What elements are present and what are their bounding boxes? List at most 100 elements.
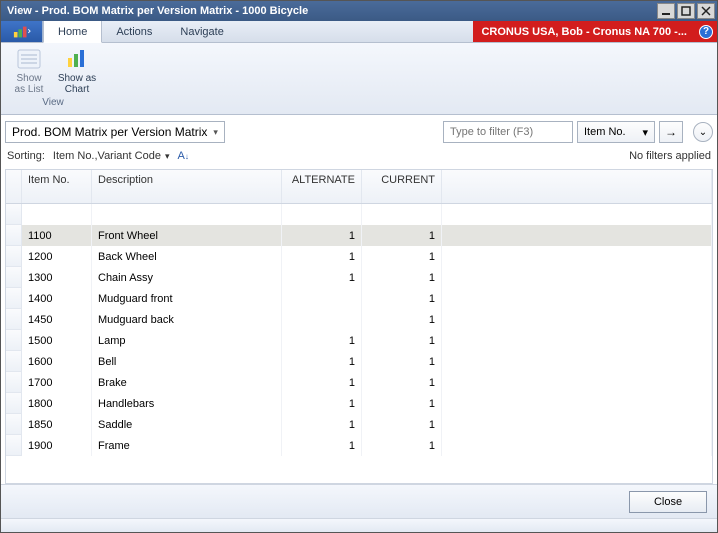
cell-item-no[interactable]: 1850 [22, 414, 92, 435]
cell-description[interactable]: Bell [92, 351, 282, 372]
cell-current[interactable]: 1 [362, 267, 442, 288]
cell-blank [442, 393, 712, 414]
cell-item-no[interactable]: 1400 [22, 288, 92, 309]
cell-alternate[interactable]: 1 [282, 246, 362, 267]
cell-description[interactable]: Mudguard back [92, 309, 282, 330]
show-as-list-button[interactable]: Show as List [7, 47, 51, 95]
view-toolbar: Prod. BOM Matrix per Version Matrix ▾ It… [5, 119, 713, 145]
cell-description[interactable]: Back Wheel [92, 246, 282, 267]
filter-input[interactable] [443, 121, 573, 143]
row-selector[interactable] [6, 288, 22, 309]
cell-blank [442, 414, 712, 435]
header-alternate[interactable]: ALTERNATE [282, 170, 362, 203]
row-selector[interactable] [6, 246, 22, 267]
cell-item-no[interactable]: 1450 [22, 309, 92, 330]
cell-item-no[interactable]: 1700 [22, 372, 92, 393]
view-dropdown-label: Prod. BOM Matrix per Version Matrix [12, 125, 207, 139]
ribbon-group-label: View [42, 97, 64, 108]
header-item-no[interactable]: Item No. [22, 170, 92, 203]
cell-alternate[interactable]: 1 [282, 435, 362, 456]
app-menu-button[interactable] [1, 21, 43, 42]
cell-alternate[interactable] [282, 309, 362, 330]
cell-alternate[interactable]: 1 [282, 414, 362, 435]
cell-current[interactable]: 1 [362, 435, 442, 456]
cell-description[interactable]: Mudguard front [92, 288, 282, 309]
row-selector[interactable] [6, 372, 22, 393]
tab-home[interactable]: Home [43, 21, 102, 43]
row-selector[interactable] [6, 414, 22, 435]
sorting-value: Item No.,Variant Code [53, 150, 161, 162]
data-grid: Item No. Description ALTERNATE CURRENT 1… [5, 169, 713, 484]
row-selector[interactable] [6, 267, 22, 288]
table-row[interactable]: 1400Mudguard front 1 [6, 288, 712, 309]
cell-alternate[interactable]: 1 [282, 372, 362, 393]
minimize-button[interactable] [657, 3, 675, 19]
cell-item-no[interactable]: 1300 [22, 267, 92, 288]
header-description[interactable]: Description [92, 170, 282, 203]
cell-current[interactable]: 1 [362, 351, 442, 372]
table-row[interactable]: 1600Bell11 [6, 351, 712, 372]
tab-navigate[interactable]: Navigate [166, 21, 237, 42]
cell-description[interactable]: Handlebars [92, 393, 282, 414]
cell-current[interactable]: 1 [362, 330, 442, 351]
row-selector[interactable] [6, 393, 22, 414]
table-row[interactable]: 1700Brake11 [6, 372, 712, 393]
tab-actions[interactable]: Actions [102, 21, 166, 42]
show-as-chart-button[interactable]: Show as Chart [55, 47, 99, 95]
cell-item-no[interactable]: 1900 [22, 435, 92, 456]
cell-alternate[interactable]: 1 [282, 267, 362, 288]
filter-field-dropdown[interactable]: Item No. ▾ [577, 121, 655, 143]
titlebar: View - Prod. BOM Matrix per Version Matr… [1, 1, 717, 21]
table-row[interactable]: 1450Mudguard back 1 [6, 309, 712, 330]
cell-current[interactable]: 1 [362, 414, 442, 435]
table-row[interactable]: 1800Handlebars11 [6, 393, 712, 414]
row-selector[interactable] [6, 330, 22, 351]
cell-description[interactable]: Brake [92, 372, 282, 393]
close-window-button[interactable] [697, 3, 715, 19]
cell-description[interactable]: Frame [92, 435, 282, 456]
cell-current[interactable]: 1 [362, 393, 442, 414]
header-blank [442, 170, 712, 203]
sorting-dropdown[interactable]: Item No.,Variant Code ▾ [53, 150, 170, 162]
cell-description[interactable]: Lamp [92, 330, 282, 351]
cell-alternate[interactable]: 1 [282, 225, 362, 246]
cell-item-no[interactable]: 1800 [22, 393, 92, 414]
table-row[interactable]: 1200Back Wheel11 [6, 246, 712, 267]
cell-item-no[interactable]: 1100 [22, 225, 92, 246]
cell-alternate[interactable]: 1 [282, 351, 362, 372]
filter-go-button[interactable]: → [659, 121, 683, 143]
header-selector[interactable] [6, 170, 22, 203]
help-button[interactable]: ? [695, 21, 717, 42]
cell-description[interactable]: Saddle [92, 414, 282, 435]
sort-direction-button[interactable]: A↓ [177, 150, 188, 162]
chart-icon [63, 47, 91, 71]
table-row[interactable]: 1300Chain Assy11 [6, 267, 712, 288]
grid-body[interactable]: 1100Front Wheel111200Back Wheel111300Cha… [6, 204, 712, 483]
cell-alternate[interactable]: 1 [282, 393, 362, 414]
table-row[interactable]: 1900Frame11 [6, 435, 712, 456]
maximize-button[interactable] [677, 3, 695, 19]
row-selector[interactable] [6, 435, 22, 456]
view-dropdown[interactable]: Prod. BOM Matrix per Version Matrix ▾ [5, 121, 225, 143]
cell-item-no[interactable]: 1500 [22, 330, 92, 351]
cell-current[interactable]: 1 [362, 246, 442, 267]
table-row[interactable]: 1850Saddle11 [6, 414, 712, 435]
cell-item-no[interactable]: 1200 [22, 246, 92, 267]
cell-current[interactable]: 1 [362, 309, 442, 330]
cell-description[interactable]: Chain Assy [92, 267, 282, 288]
cell-description[interactable]: Front Wheel [92, 225, 282, 246]
cell-item-no[interactable]: 1600 [22, 351, 92, 372]
close-button[interactable]: Close [629, 491, 707, 513]
table-row[interactable]: 1100Front Wheel11 [6, 225, 712, 246]
expand-filter-button[interactable]: ⌄ [693, 122, 713, 142]
cell-current[interactable]: 1 [362, 225, 442, 246]
cell-current[interactable]: 1 [362, 372, 442, 393]
table-row[interactable]: 1500Lamp11 [6, 330, 712, 351]
row-selector[interactable] [6, 225, 22, 246]
cell-current[interactable]: 1 [362, 288, 442, 309]
header-current[interactable]: CURRENT [362, 170, 442, 203]
row-selector[interactable] [6, 351, 22, 372]
row-selector[interactable] [6, 309, 22, 330]
cell-alternate[interactable]: 1 [282, 330, 362, 351]
cell-alternate[interactable] [282, 288, 362, 309]
